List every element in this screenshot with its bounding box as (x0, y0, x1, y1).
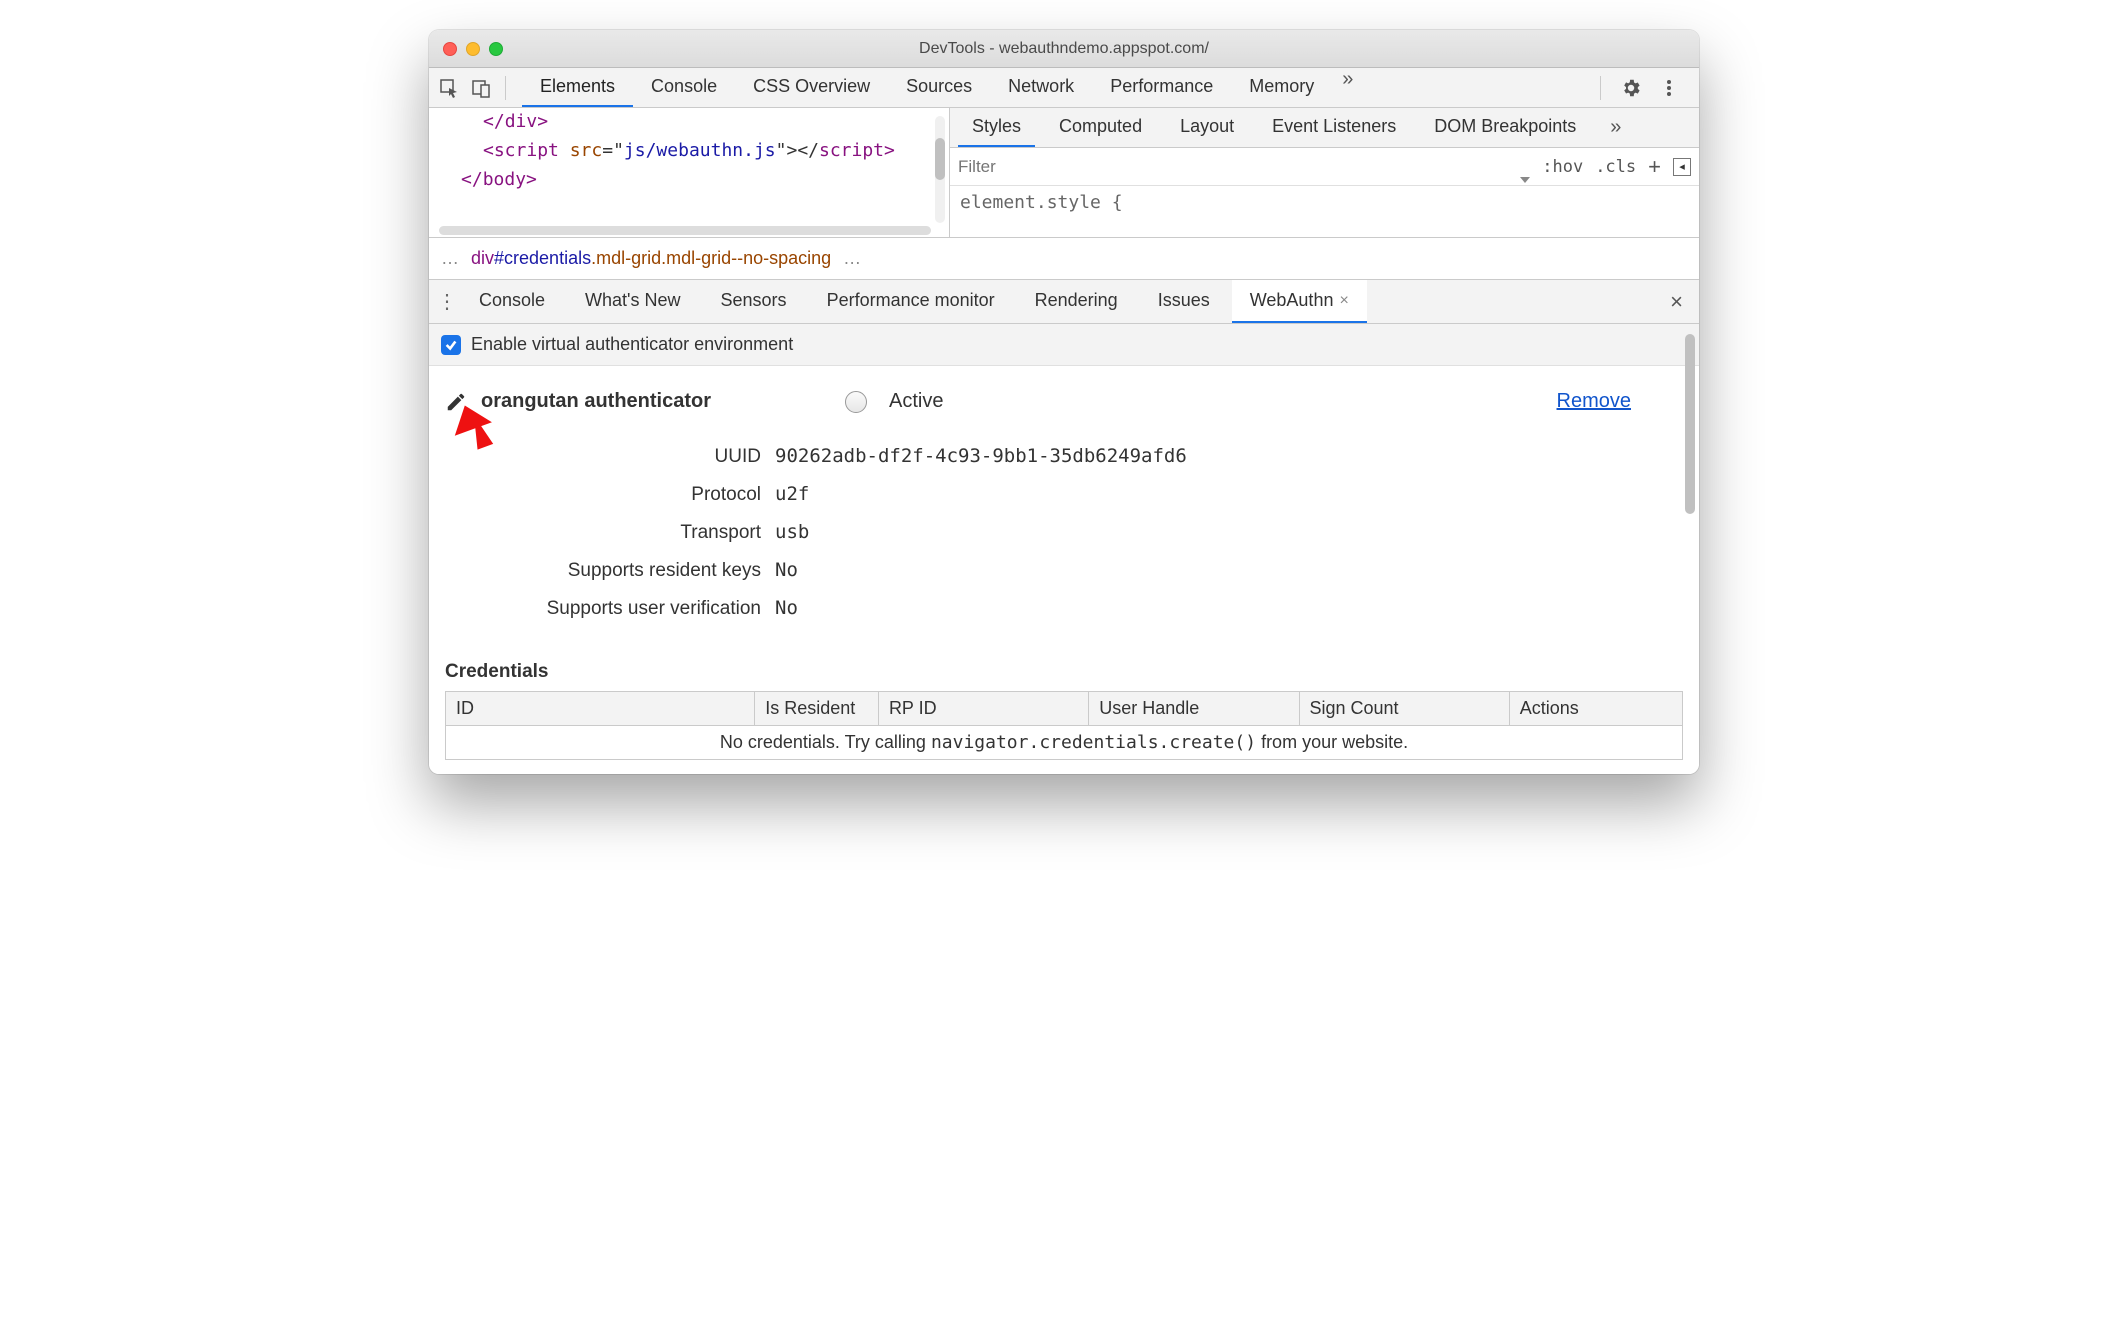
element-style-block[interactable]: element.style { (950, 186, 1699, 219)
drawer-tab-rendering[interactable]: Rendering (1017, 280, 1136, 323)
styles-toolbar: :hov .cls + ◂ (950, 148, 1699, 186)
drawer-tab-performance-monitor[interactable]: Performance monitor (809, 280, 1013, 323)
col-userhandle[interactable]: User Handle (1089, 692, 1299, 726)
drawer-tab-console[interactable]: Console (461, 280, 563, 323)
prop-val-transport: usb (775, 521, 809, 543)
cls-toggle[interactable]: .cls (1595, 157, 1636, 177)
tab-styles[interactable]: Styles (958, 108, 1035, 147)
drawer-tab-issues[interactable]: Issues (1140, 280, 1228, 323)
drawer-tab-webauthn[interactable]: WebAuthn × (1232, 280, 1367, 323)
col-rpid[interactable]: RP ID (878, 692, 1088, 726)
enable-virtual-auth-checkbox[interactable] (441, 335, 461, 355)
panel-scrollbar-thumb[interactable] (1685, 334, 1695, 514)
col-resident[interactable]: Is Resident (755, 692, 879, 726)
tab-performance[interactable]: Performance (1092, 68, 1231, 107)
prop-val-uuid: 90262adb-df2f-4c93-9bb1-35db6249afd6 (775, 445, 1187, 467)
styles-pane: Styles Computed Layout Event Listeners D… (949, 108, 1699, 237)
tab-console[interactable]: Console (633, 68, 735, 107)
tab-layout[interactable]: Layout (1166, 108, 1248, 147)
prop-key-protocol: Protocol (445, 484, 775, 506)
enable-virtual-auth-row: Enable virtual authenticator environment (429, 324, 1699, 366)
kebab-menu-icon[interactable] (1655, 74, 1683, 102)
active-label: Active (889, 390, 943, 413)
tabs-overflow-icon[interactable]: » (1332, 68, 1363, 107)
prop-val-protocol: u2f (775, 483, 809, 505)
authenticator-card: orangutan authenticator Active Remove UU… (429, 366, 1699, 774)
credentials-heading: Credentials (445, 661, 1683, 683)
authenticator-header: orangutan authenticator Active Remove (445, 390, 1683, 413)
device-toggle-icon[interactable] (467, 74, 495, 102)
prop-val-uv: No (775, 597, 798, 619)
dom-hscrollbar[interactable] (439, 226, 931, 235)
tab-event-listeners[interactable]: Event Listeners (1258, 108, 1410, 147)
annotation-arrow-icon (447, 402, 499, 454)
remove-authenticator-link[interactable]: Remove (1557, 390, 1631, 413)
active-radio[interactable] (845, 391, 867, 413)
styles-filter-input[interactable] (958, 157, 1506, 177)
dom-scrollbar-thumb[interactable] (935, 138, 945, 180)
enable-virtual-auth-label: Enable virtual authenticator environment (471, 334, 793, 355)
divider (505, 76, 506, 100)
drawer-tab-whats-new[interactable]: What's New (567, 280, 698, 323)
toggle-sidebar-icon[interactable]: ◂ (1673, 158, 1691, 176)
devtools-window: DevTools - webauthndemo.appspot.com/ Ele… (429, 30, 1699, 774)
drawer-menu-icon[interactable]: ⋮ (437, 289, 457, 314)
tab-css-overview[interactable]: CSS Overview (735, 68, 888, 107)
hov-toggle[interactable]: :hov (1542, 157, 1583, 177)
prop-key-transport: Transport (445, 522, 775, 544)
elements-split: </div> <script src="js/webauthn.js"></sc… (429, 108, 1699, 238)
authenticator-properties: UUID90262adb-df2f-4c93-9bb1-35db6249afd6… (445, 445, 1683, 635)
col-actions[interactable]: Actions (1509, 692, 1682, 726)
tab-elements[interactable]: Elements (522, 68, 633, 107)
breadcrumb-bar: … div#credentials.mdl-grid.mdl-grid--no-… (429, 238, 1699, 280)
col-id[interactable]: ID (446, 692, 755, 726)
tab-network[interactable]: Network (990, 68, 1092, 107)
col-signcount[interactable]: Sign Count (1299, 692, 1509, 726)
credentials-empty-row: No credentials. Try calling navigator.cr… (446, 726, 1683, 760)
dom-tree-pane[interactable]: </div> <script src="js/webauthn.js"></sc… (429, 108, 949, 237)
close-tab-icon[interactable]: × (1339, 292, 1348, 310)
tab-computed[interactable]: Computed (1045, 108, 1156, 147)
webauthn-panel: Enable virtual authenticator environment… (429, 324, 1699, 774)
gear-icon[interactable] (1617, 74, 1645, 102)
divider (1600, 76, 1601, 100)
sidebar-tabs-overflow-icon[interactable]: » (1600, 116, 1631, 139)
prop-val-resident: No (775, 559, 798, 581)
dom-source: </div> <script src="js/webauthn.js"></sc… (429, 108, 949, 194)
main-tabs: Elements Console CSS Overview Sources Ne… (522, 68, 1363, 107)
add-rule-icon[interactable]: + (1648, 154, 1661, 180)
tab-memory[interactable]: Memory (1231, 68, 1332, 107)
authenticator-name: orangutan authenticator (481, 390, 711, 413)
breadcrumb-left-overflow[interactable]: … (441, 248, 459, 269)
main-tab-strip: Elements Console CSS Overview Sources Ne… (429, 68, 1699, 108)
drawer-tab-sensors[interactable]: Sensors (703, 280, 805, 323)
titlebar: DevTools - webauthndemo.appspot.com/ (429, 30, 1699, 68)
tab-dom-breakpoints[interactable]: DOM Breakpoints (1420, 108, 1590, 147)
drawer-tab-strip: ⋮ Console What's New Sensors Performance… (429, 280, 1699, 324)
drawer-tab-webauthn-label: WebAuthn (1250, 290, 1334, 311)
tab-sources[interactable]: Sources (888, 68, 990, 107)
prop-key-uv: Supports user verification (445, 598, 775, 620)
window-title: DevTools - webauthndemo.appspot.com/ (429, 40, 1699, 58)
close-drawer-icon[interactable]: × (1662, 289, 1691, 315)
filter-expand-icon[interactable] (1520, 177, 1530, 183)
prop-key-resident: Supports resident keys (445, 560, 775, 582)
inspect-icon[interactable] (435, 74, 463, 102)
breadcrumb-item[interactable]: div#credentials.mdl-grid.mdl-grid--no-sp… (471, 248, 831, 269)
breadcrumb-right-overflow[interactable]: … (843, 248, 861, 269)
sidebar-tabs: Styles Computed Layout Event Listeners D… (950, 108, 1699, 148)
credentials-table: ID Is Resident RP ID User Handle Sign Co… (445, 691, 1683, 760)
